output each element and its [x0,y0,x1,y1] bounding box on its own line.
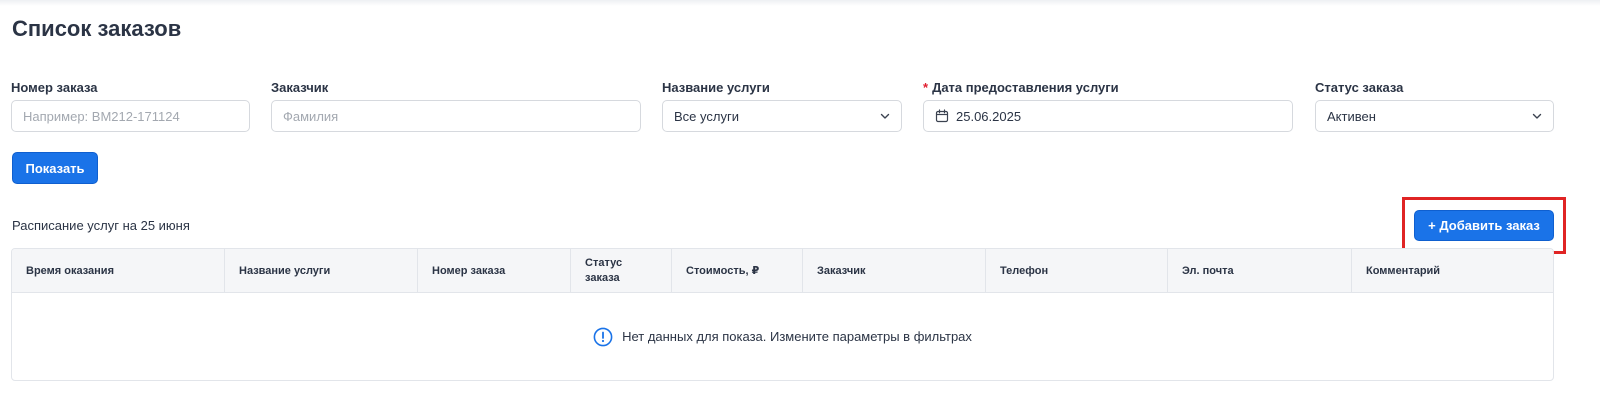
schedule-label: Расписание услуг на 25 июня [12,218,190,233]
customer-field-box [271,100,641,132]
service-name-select[interactable]: Все услуги [662,100,902,132]
column-header[interactable]: Время оказания [12,249,225,293]
chevron-down-icon [880,113,890,119]
order-status-filter: Статус заказа Активен [1315,80,1554,132]
customer-label: Заказчик [271,80,329,95]
column-header[interactable]: Заказчик [803,249,986,293]
calendar-icon [935,109,949,123]
chevron-down-icon [1532,113,1542,119]
order-number-label: Номер заказа [11,80,98,95]
service-date-label: Дата предоставления услуги [932,80,1119,95]
order-status-select[interactable]: Активен [1315,100,1554,132]
page-title: Список заказов [12,16,182,41]
top-shadow [0,0,1600,6]
show-button[interactable]: Показать [12,152,98,184]
service-name-filter: Название услуги Все услуги [662,80,902,132]
add-order-button[interactable]: + Добавить заказ [1414,210,1554,241]
order-number-field-box [11,100,250,132]
column-header[interactable]: Стоимость, ₽ [672,249,803,293]
empty-state: Нет данных для показа. Измените параметр… [12,293,1553,380]
order-status-label: Статус заказа [1315,80,1404,95]
order-number-input[interactable] [23,108,238,124]
order-number-filter: Номер заказа [11,80,250,132]
column-header[interactable]: Комментарий [1352,249,1553,293]
column-header[interactable]: Название услуги [225,249,418,293]
customer-filter: Заказчик [271,80,641,132]
order-status-value: Активен [1327,108,1376,124]
table-header: Время оказания Название услуги Номер зак… [12,249,1553,293]
column-header[interactable]: Телефон [986,249,1168,293]
service-date-filter: * Дата предоставления услуги 25.06.2025 [923,80,1293,132]
service-date-label-row: * Дата предоставления услуги [923,80,1293,98]
info-icon [593,327,613,346]
service-date-picker[interactable]: 25.06.2025 [923,100,1293,132]
service-name-label: Название услуги [662,80,770,95]
column-header[interactable]: Номер заказа [418,249,571,293]
customer-input[interactable] [283,108,629,124]
orders-table: Время оказания Название услуги Номер зак… [11,248,1554,381]
column-header[interactable]: Статус заказа [571,249,672,293]
empty-message: Нет данных для показа. Измените параметр… [622,329,972,344]
service-date-value: 25.06.2025 [956,108,1022,124]
required-mark: * [923,80,929,95]
column-header[interactable]: Эл. почта [1168,249,1352,293]
service-name-value: Все услуги [674,108,739,124]
